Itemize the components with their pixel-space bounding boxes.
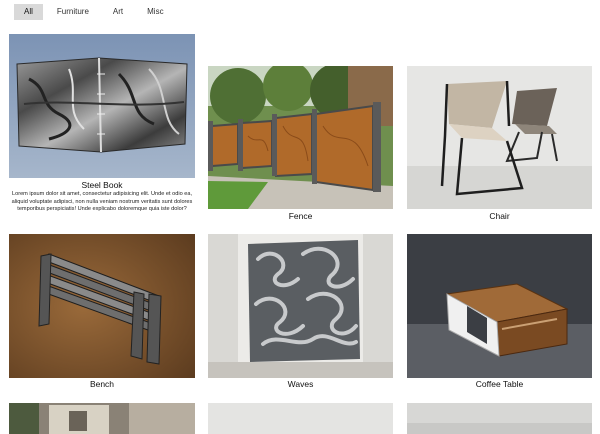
gallery-item-title: Bench bbox=[89, 379, 115, 389]
gallery-item-fence[interactable]: Fence bbox=[208, 66, 393, 224]
gallery-item-steel-book[interactable]: Steel Book Lorem ipsum dolor sit amet, c… bbox=[9, 34, 195, 224]
decorative-fence-image bbox=[208, 66, 393, 209]
wave-screen-image bbox=[208, 234, 393, 378]
gallery-item-title: Steel Book bbox=[81, 180, 123, 190]
filter-art-button[interactable]: Art bbox=[103, 4, 133, 20]
filter-bar: All Furniture Art Misc bbox=[14, 4, 178, 20]
grey-wall-image bbox=[407, 403, 592, 434]
metal-chairs-image bbox=[407, 66, 592, 209]
brick-wall-image bbox=[9, 403, 195, 434]
gallery-item[interactable] bbox=[208, 403, 393, 434]
slatted-metal-bench-image bbox=[9, 234, 195, 378]
gallery-item-bench[interactable]: Bench bbox=[9, 234, 195, 392]
gallery-item-title: Chair bbox=[489, 211, 510, 221]
gallery-item[interactable] bbox=[9, 403, 195, 434]
gallery-item-title: Waves bbox=[287, 379, 314, 389]
gallery-item[interactable] bbox=[407, 403, 592, 434]
gallery-item-title: Fence bbox=[288, 211, 313, 221]
crumpled-steel-book-image bbox=[9, 34, 195, 178]
gallery-item-waves[interactable]: Waves bbox=[208, 234, 393, 392]
gallery-item-description: Lorem ipsum dolor sit amet, consectetur … bbox=[11, 191, 193, 213]
filter-all-button[interactable]: All bbox=[14, 4, 43, 20]
wood-coffee-table-image bbox=[407, 234, 592, 378]
light-wall-image bbox=[208, 403, 393, 434]
filter-misc-button[interactable]: Misc bbox=[137, 4, 173, 20]
gallery-item-title: Coffee Table bbox=[475, 379, 524, 389]
gallery-item-chair[interactable]: Chair bbox=[407, 66, 592, 224]
gallery-item-coffee-table[interactable]: Coffee Table bbox=[407, 234, 592, 392]
filter-furniture-button[interactable]: Furniture bbox=[47, 4, 99, 20]
